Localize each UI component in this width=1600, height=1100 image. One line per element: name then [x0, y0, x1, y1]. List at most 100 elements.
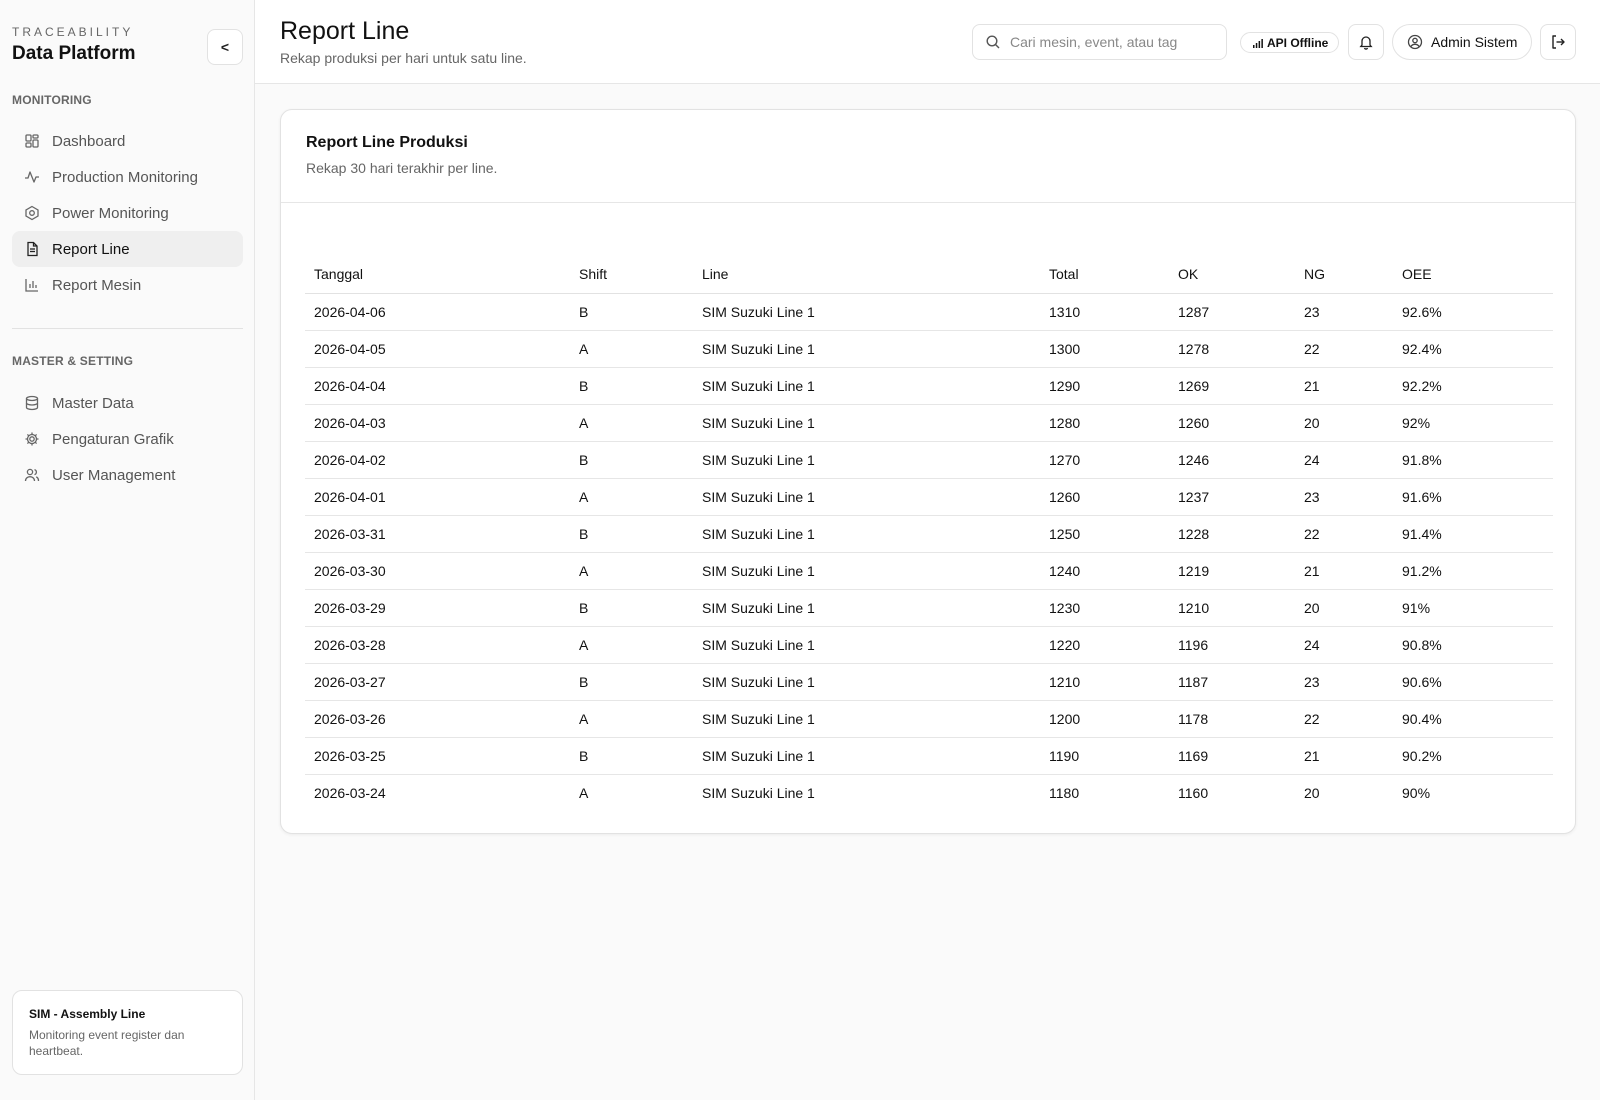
sidebar-item-label: Pengaturan Grafik — [52, 430, 174, 448]
cell-line: SIM Suzuki Line 1 — [693, 293, 1040, 331]
cell-ok: 1246 — [1169, 441, 1295, 479]
section-label-monitoring: MONITORING — [12, 93, 92, 107]
cell-oee: 91% — [1393, 589, 1553, 627]
cell-line: SIM Suzuki Line 1 — [693, 663, 1040, 701]
search-icon — [985, 34, 1010, 50]
cell-ng: 20 — [1304, 784, 1320, 801]
cell-total: 1260 — [1040, 478, 1169, 516]
cell-oee: 91.8% — [1393, 441, 1553, 479]
cell-tanggal: 2026-03-26 — [305, 700, 570, 738]
cell-tanggal: 2026-03-30 — [305, 552, 570, 590]
search-box[interactable] — [972, 24, 1227, 60]
cell-ng: 20 — [1295, 404, 1393, 442]
cell-shift: B — [570, 663, 693, 701]
user-circle-icon — [1407, 34, 1431, 50]
cell-line: SIM Suzuki Line 1 — [693, 700, 1040, 738]
section-label-master-setting: MASTER & SETTING — [12, 354, 134, 368]
cell-total: 1290 — [1040, 367, 1169, 405]
cell-ok: 1269 — [1169, 367, 1295, 405]
cell-shift: A — [570, 478, 693, 516]
sidebar-item-production-monitoring[interactable]: Production Monitoring — [12, 159, 243, 195]
sidebar-item-master-data[interactable]: Master Data — [12, 385, 243, 421]
cell-total: 1310 — [1040, 293, 1169, 331]
cell-ok: 1260 — [1169, 404, 1295, 442]
report-card: Report Line Produksi Rekap 30 hari terak… — [280, 109, 1576, 834]
footer-desc: Monitoring event register dan heartbeat. — [29, 1028, 185, 1058]
cell-ok: 1187 — [1169, 663, 1295, 701]
cell-tanggal: 2026-03-25 — [305, 737, 570, 775]
cell-line: SIM Suzuki Line 1 — [702, 784, 815, 801]
sidebar-item-power-monitoring[interactable]: Power Monitoring — [12, 195, 243, 231]
dashboard-icon — [24, 133, 40, 149]
cell-ng: 21 — [1295, 737, 1393, 775]
table-row: 2026-03-27 B SIM Suzuki Line 1 1210 1187 23 90… — [305, 663, 1553, 701]
cell-total: 1200 — [1040, 700, 1169, 738]
sidebar-item-label: Master Data — [52, 394, 134, 412]
cell-oee: 92.2% — [1393, 367, 1553, 405]
sidebar-item-report-line[interactable]: Report Line — [12, 231, 243, 267]
table-row: 2026-04-02 B SIM Suzuki Line 1 1270 1246 24 91… — [305, 441, 1553, 479]
cell-shift: B — [570, 293, 693, 331]
column-header-ok: OK — [1169, 256, 1295, 294]
api-status-badge: API Offline — [1240, 32, 1340, 53]
sidebar-item-label: Dashboard — [52, 132, 126, 150]
cell-ng: 24 — [1295, 441, 1393, 479]
user-menu-button[interactable]: Admin Sistem — [1392, 24, 1532, 60]
table-header-row: Tanggal Shift Line Total OK NG OEE — [305, 256, 1553, 294]
api-status-label: API Offline — [1267, 35, 1329, 50]
cell-shift: B — [570, 589, 693, 627]
signal-icon — [1253, 38, 1267, 48]
cell-tanggal: 2026-04-02 — [305, 441, 570, 479]
column-header-oee: OEE — [1393, 256, 1553, 294]
cell-total: 1220 — [1040, 626, 1169, 664]
sidebar-item-user-management[interactable]: User Management — [12, 457, 243, 493]
cell-line: SIM Suzuki Line 1 — [693, 626, 1040, 664]
cell-ok: 1278 — [1169, 330, 1295, 368]
collapse-sidebar-button[interactable]: < — [207, 29, 243, 65]
cell-line: SIM Suzuki Line 1 — [693, 404, 1040, 442]
brand-title: Data Platform — [12, 43, 136, 64]
cell-total: 1190 — [1040, 737, 1169, 775]
table-row: 2026-04-04 B SIM Suzuki Line 1 1290 1269 21 92… — [305, 367, 1553, 405]
cell-ok: 1160 — [1178, 784, 1209, 801]
cell-tanggal: 2026-04-06 — [305, 293, 570, 331]
logout-icon — [1550, 34, 1566, 50]
cell-shift: A — [570, 626, 693, 664]
cell-total: 1250 — [1040, 515, 1169, 553]
cell-total: 1300 — [1040, 330, 1169, 368]
cell-ng: 23 — [1295, 478, 1393, 516]
cell-ng: 21 — [1295, 552, 1393, 590]
table-row: 2026-03-28 A SIM Suzuki Line 1 1220 1196 24 90… — [305, 626, 1553, 664]
table-row: 2026-03-24 A SIM Suzuki Line 1 1180 1160 20 90… — [305, 774, 1553, 811]
cell-line: SIM Suzuki Line 1 — [693, 367, 1040, 405]
sidebar-item-label: Report Mesin — [52, 276, 142, 294]
sidebar-item-label: Power Monitoring — [52, 204, 169, 222]
search-input[interactable] — [1010, 34, 1220, 50]
cell-ng: 24 — [1295, 626, 1393, 664]
card-divider — [281, 202, 1575, 203]
cell-ng: 22 — [1295, 330, 1393, 368]
bar-chart-icon — [24, 277, 40, 293]
column-header-shift: Shift — [570, 256, 693, 294]
column-header-ng: NG — [1295, 256, 1393, 294]
cell-line: SIM Suzuki Line 1 — [693, 330, 1040, 368]
cell-ng: 22 — [1295, 700, 1393, 738]
cell-total: 1280 — [1040, 404, 1169, 442]
table-row: 2026-04-06 B SIM Suzuki Line 1 1310 1287 23 92… — [305, 293, 1553, 331]
sidebar-item-report-mesin[interactable]: Report Mesin — [12, 267, 243, 303]
top-header: Report Line Rekap produksi per hari untu… — [255, 0, 1600, 84]
file-text-icon — [24, 241, 40, 257]
sidebar: TRACEABILITY Data Platform < MONITORING … — [0, 0, 255, 1100]
power-icon — [24, 205, 40, 221]
sidebar-item-pengaturan-grafik[interactable]: Pengaturan Grafik — [12, 421, 243, 457]
logout-button[interactable] — [1540, 24, 1576, 60]
sidebar-item-label: Report Line — [52, 240, 130, 258]
sidebar-item-dashboard[interactable]: Dashboard — [12, 123, 243, 159]
cell-oee: 92% — [1393, 404, 1553, 442]
cell-ok: 1228 — [1169, 515, 1295, 553]
users-icon — [24, 467, 40, 483]
cell-ok: 1287 — [1169, 293, 1295, 331]
cell-line: SIM Suzuki Line 1 — [693, 589, 1040, 627]
notifications-button[interactable] — [1348, 24, 1384, 60]
report-table: Tanggal Shift Line Total OK NG OEE 2026-… — [305, 256, 1553, 811]
